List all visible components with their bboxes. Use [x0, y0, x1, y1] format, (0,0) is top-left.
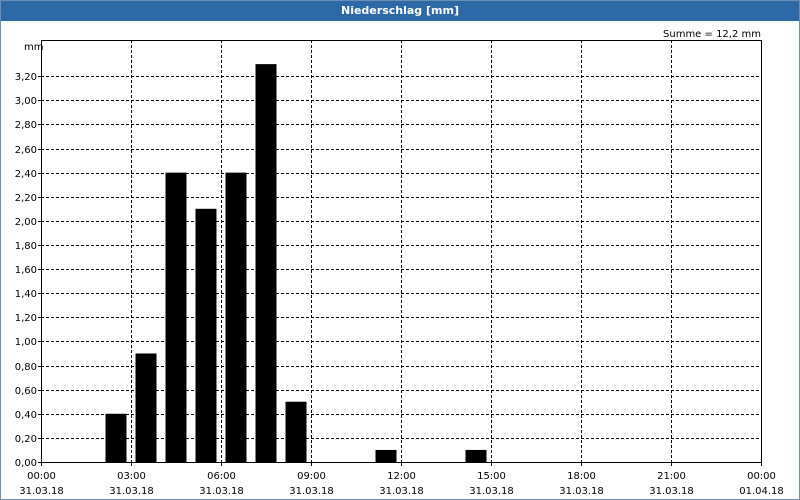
x-tick-date: 31.03.18	[469, 486, 514, 497]
x-tick-time: 00:00	[747, 471, 776, 482]
y-tick-label: 1,40	[15, 289, 37, 300]
y-tick-label: 0,40	[15, 410, 37, 421]
precipitation-chart: mm Summe = 12,2 mm 0,00 0,20 0,40 0,60 0,80 1…	[15, 29, 784, 497]
x-tick-time: 00:00	[27, 471, 56, 482]
y-tick-label: 2,80	[15, 120, 37, 131]
y-tick-label: 0,80	[15, 362, 37, 373]
y-tick-label: 3,00	[15, 96, 37, 107]
y-tick-label: 1,20	[15, 313, 37, 324]
y-axis: 0,00 0,20 0,40 0,60 0,80 1,00 1,20 1,40 1,60 1,80…	[15, 72, 41, 469]
y-tick-label: 2,60	[15, 145, 37, 156]
y-tick-label: 1,00	[15, 337, 37, 348]
precipitation-bar	[105, 413, 127, 462]
y-tick-label: 3,20	[15, 72, 37, 83]
y-unit-label: mm	[24, 42, 43, 53]
chart-window: Niederschlag [mm] mm Summe = 12,2 mm 0,0…	[0, 0, 800, 500]
precipitation-bar	[375, 449, 397, 462]
x-tick-date: 31.03.18	[109, 486, 154, 497]
y-tick-label: 1,60	[15, 265, 37, 276]
x-tick-time: 09:00	[297, 471, 326, 482]
x-tick-date: 31.03.18	[649, 486, 694, 497]
x-tick-date: 31.03.18	[289, 486, 334, 497]
x-tick-time: 21:00	[657, 471, 686, 482]
x-tick-date: 31.03.18	[19, 486, 64, 497]
y-tick-label: 2,20	[15, 193, 37, 204]
x-tick-time: 15:00	[477, 471, 506, 482]
y-tick-label: 2,40	[15, 169, 37, 180]
y-tick-label: 1,80	[15, 241, 37, 252]
y-tick-label: 0,00	[15, 458, 37, 469]
precipitation-bar	[465, 449, 487, 462]
precipitation-bar	[195, 208, 217, 462]
x-tick-date: 31.03.18	[379, 486, 424, 497]
x-tick-time: 03:00	[117, 471, 146, 482]
window-title: Niederschlag [mm]	[1, 1, 799, 21]
precipitation-bar	[285, 401, 307, 462]
y-tick-label: 0,60	[15, 386, 37, 397]
x-tick-time: 18:00	[567, 471, 596, 482]
precipitation-bar	[255, 64, 277, 462]
precipitation-bar	[165, 172, 187, 462]
x-axis: 00:00 31.03.18 03:00 31.03.18 06:00 31.03.18 0…	[19, 462, 784, 497]
x-tick-date: 01.04.18	[739, 486, 784, 497]
x-tick-date: 31.03.18	[199, 486, 244, 497]
y-tick-label: 2,00	[15, 217, 37, 228]
precipitation-bar	[225, 172, 247, 462]
precipitation-bar	[135, 353, 157, 462]
x-tick-time: 06:00	[207, 471, 236, 482]
x-tick-date: 31.03.18	[559, 486, 604, 497]
y-tick-label: 0,20	[15, 434, 37, 445]
x-tick-time: 12:00	[387, 471, 416, 482]
sum-label: Summe = 12,2 mm	[663, 29, 761, 40]
bars	[105, 64, 487, 462]
